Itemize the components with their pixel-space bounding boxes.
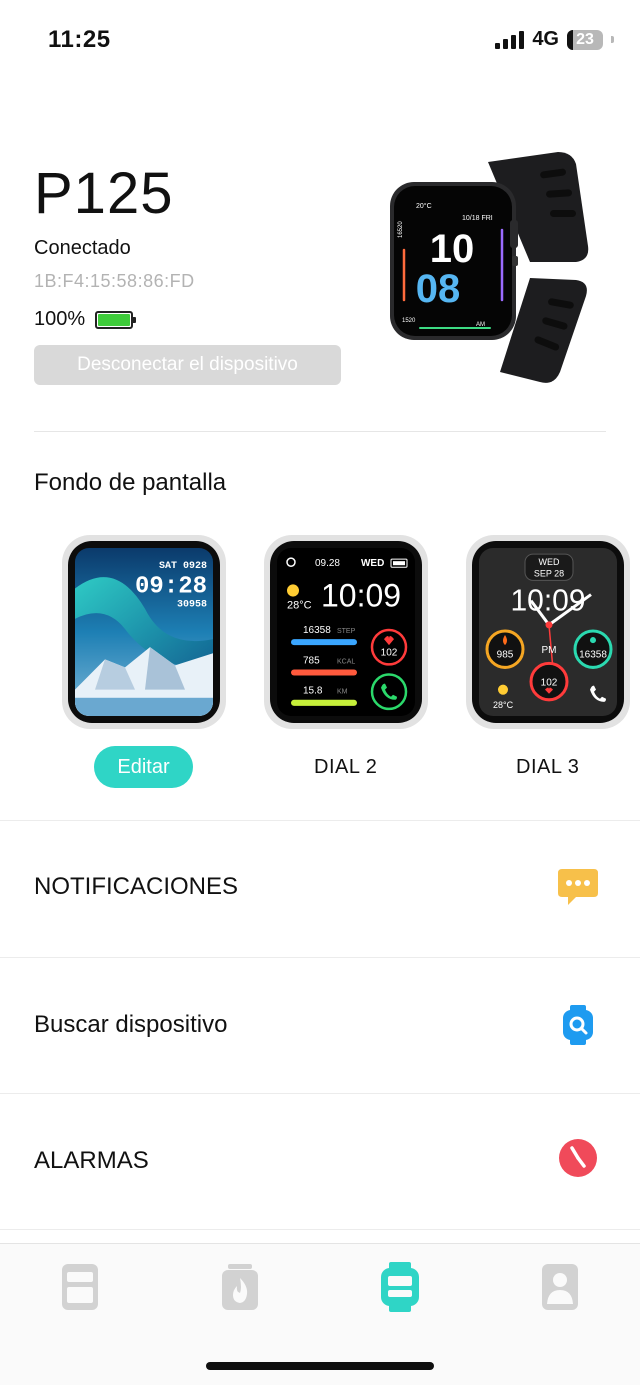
home-indicator[interactable] [206,1362,434,1370]
dial-1-thumbnail[interactable]: SAT 0928 09:28 30958 [62,535,226,729]
dial-2-face: 09.28 WED 28°C 10:09 16358 STEP 785 KCAL… [277,548,415,716]
battery-icon [95,310,137,329]
menu-row-alarms[interactable]: ALARMAS [0,1094,640,1230]
disconnect-button[interactable]: Desconectar el dispositivo [34,345,341,385]
svg-text:WED: WED [539,557,560,567]
svg-text:1520: 1520 [402,318,416,324]
svg-text:STEP: STEP [337,628,356,635]
status-bar: 11:25 4G 23 [0,0,640,80]
svg-text:102: 102 [541,678,558,689]
menu-label-alarms: ALARMAS [34,1147,149,1174]
dashboard-icon[interactable] [60,1262,100,1312]
menu-row-find-device[interactable]: Buscar dispositivo [0,958,640,1094]
svg-text:15.8: 15.8 [303,686,323,697]
svg-text:20°C: 20°C [416,202,432,210]
svg-text:985: 985 [497,649,514,660]
aurora-wallpaper: SAT 0928 09:28 30958 [75,548,213,716]
dial-3-face: WED SEP 28 10:09 985 16358 PM 102 28°C [479,548,617,716]
battery-tip-icon [611,36,614,43]
svg-text:10:09: 10:09 [510,585,585,618]
status-indicators: 4G 23 [495,28,614,51]
wallpaper-section-title: Fondo de pantalla [34,469,227,496]
svg-text:10/18 FRI: 10/18 FRI [462,215,493,222]
menu-row-notifications[interactable]: NOTIFICACIONES [0,821,640,957]
svg-text:SAT 0928: SAT 0928 [159,561,207,572]
svg-text:09:28: 09:28 [135,573,207,600]
smartwatch-image: 20°C 10/18 FRI 10 08 AM 16520 1520 [390,152,589,383]
watch-icon[interactable] [380,1262,420,1312]
menu-divider [0,1229,640,1230]
signal-icon [495,30,525,49]
battery-percentage: 100% [34,308,86,330]
svg-text:WED: WED [361,558,384,569]
person-icon[interactable] [540,1262,580,1312]
dial-2-label[interactable]: DIAL 2 [314,756,377,779]
svg-text:10:09: 10:09 [321,578,401,614]
svg-text:SEP 28: SEP 28 [534,568,564,578]
battery-indicator: 23 [567,29,603,50]
network-label: 4G [532,28,559,50]
dial-3-thumbnail[interactable]: WED SEP 28 10:09 985 16358 PM 102 28°C [466,535,630,729]
chat-bubble-icon [558,869,598,905]
edit-wallpaper-button[interactable]: Editar [94,746,193,788]
svg-text:KCAL: KCAL [337,658,355,665]
svg-text:30958: 30958 [177,600,207,611]
clock-icon [559,1139,597,1177]
device-mac-address: 1B:F4:15:58:86:FD [34,271,195,291]
connection-status: Conectado [34,237,131,259]
svg-text:09.28: 09.28 [315,558,340,569]
svg-text:10: 10 [430,227,475,271]
svg-text:16358: 16358 [579,649,607,660]
svg-text:28°C: 28°C [493,700,514,710]
flame-icon[interactable] [220,1262,260,1312]
device-name: P125 [34,161,174,226]
svg-text:08: 08 [416,267,461,311]
dial-2-thumbnail[interactable]: 09.28 WED 28°C 10:09 16358 STEP 785 KCAL… [264,535,428,729]
svg-text:16358: 16358 [303,625,331,636]
device-battery: 100% [34,308,137,331]
svg-text:28°C: 28°C [287,600,312,612]
menu-label-notifications: NOTIFICACIONES [34,873,239,900]
menu-label-find-device: Buscar dispositivo [34,1011,228,1038]
dial-3-label[interactable]: DIAL 3 [516,756,579,779]
svg-text:KM: KM [337,689,348,696]
svg-text:PM: PM [542,645,557,656]
watch-search-icon [563,1005,593,1045]
svg-text:16520: 16520 [398,221,404,238]
section-divider [34,431,606,432]
svg-text:102: 102 [381,647,398,658]
status-time: 11:25 [48,26,111,53]
svg-text:785: 785 [303,655,320,666]
